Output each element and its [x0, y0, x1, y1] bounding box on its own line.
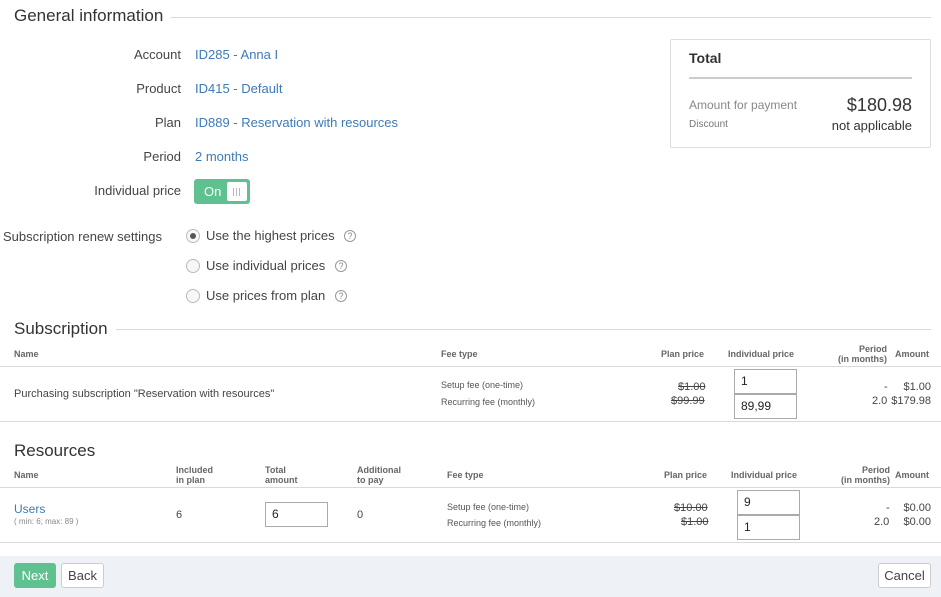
account-label: Account [134, 47, 181, 62]
col-period: Period (in months) [838, 344, 887, 364]
amount-label: Amount for payment [689, 98, 798, 112]
period-label: Period [143, 149, 181, 164]
subscription-row-line [0, 421, 941, 422]
col-total-line1: Total [265, 465, 286, 475]
recurring-plan-price: $1.00 [681, 516, 709, 528]
resources-title: Resources [14, 441, 104, 461]
plan-label: Plan [154, 115, 181, 130]
radio-individual-prices-label[interactable]: Use individual prices [206, 258, 325, 273]
radio-individual-prices[interactable] [186, 259, 200, 273]
subscription-divider [14, 329, 931, 330]
subscription-header-line [0, 366, 941, 367]
setup-amount: $1.00 [903, 381, 931, 393]
back-button[interactable]: Back [61, 563, 104, 588]
col-included-line2: in plan [176, 475, 205, 485]
product-link[interactable]: ID415 - Default [195, 81, 282, 96]
setup-individual-price-input[interactable]: 9 [737, 490, 800, 515]
recurring-fee-label: Recurring fee (monthly) [441, 397, 536, 407]
total-panel: Total Amount for payment $180.98 Discoun… [670, 39, 931, 148]
subscription-title: Subscription [14, 319, 116, 339]
subscription-name: Purchasing subscription "Reservation wit… [14, 388, 275, 400]
cancel-button[interactable]: Cancel [878, 563, 931, 588]
total-title: Total [689, 50, 722, 66]
recurring-plan-price: $99.99 [671, 395, 705, 407]
individual-price-label: Individual price [94, 183, 181, 198]
col-name: Name [14, 349, 39, 359]
col-period-line1: Period [858, 344, 887, 354]
discount-value: not applicable [831, 118, 912, 133]
amount-value: $180.98 [846, 95, 912, 115]
setup-period: - [886, 502, 890, 514]
recurring-period: 2.0 [872, 395, 888, 407]
radio-highest-prices[interactable] [186, 229, 200, 243]
col-period: Period (in months) [841, 465, 890, 485]
setup-individual-price-input[interactable]: 1 [734, 369, 797, 394]
product-label: Product [136, 81, 181, 96]
recurring-amount: $179.98 [891, 395, 931, 407]
radio-highest-prices-label[interactable]: Use the highest prices [206, 228, 335, 243]
radio-plan-prices[interactable] [186, 289, 200, 303]
recurring-individual-price-input[interactable]: 1 [737, 515, 800, 540]
account-link[interactable]: ID285 - Anna I [195, 47, 278, 62]
col-amount: Amount [895, 349, 929, 359]
recurring-period: 2.0 [874, 516, 890, 528]
col-total-amount: Total amount [265, 465, 298, 485]
col-additional: Additional to pay [357, 465, 401, 485]
setup-fee-label: Setup fee (one-time) [447, 502, 530, 512]
toggle-knob[interactable] [227, 182, 247, 201]
setup-period: - [884, 381, 888, 393]
col-individual-price: Individual price [731, 470, 798, 480]
col-individual-price: Individual price [728, 349, 795, 359]
col-period-line2: (in months) [841, 475, 890, 485]
individual-price-toggle[interactable]: On [194, 179, 250, 204]
recurring-amount: $0.00 [903, 516, 931, 528]
help-icon[interactable]: ? [344, 230, 356, 242]
resources-header-line [0, 487, 941, 488]
renew-settings-label: Subscription renew settings [3, 229, 162, 244]
general-title: General information [14, 6, 172, 26]
col-total-line2: amount [265, 475, 298, 485]
resource-limits: ( min: 6; max: 89 ) [14, 517, 79, 526]
recurring-fee-label: Recurring fee (monthly) [447, 518, 542, 528]
resource-users-link[interactable]: Users [14, 502, 45, 516]
total-divider [689, 77, 912, 79]
toggle-on-text: On [204, 184, 222, 199]
total-amount-input[interactable]: 6 [265, 502, 328, 527]
resource-included: 6 [176, 509, 183, 521]
col-plan-price: Plan price [661, 349, 705, 359]
col-included: Included in plan [176, 465, 213, 485]
discount-label: Discount [689, 119, 728, 130]
col-amount: Amount [895, 470, 929, 480]
col-fee-type: Fee type [447, 470, 484, 480]
setup-plan-price: $10.00 [674, 502, 708, 514]
resource-additional: 0 [357, 509, 364, 521]
col-additional-line1: Additional [357, 465, 401, 475]
col-included-line1: Included [176, 465, 214, 475]
plan-link[interactable]: ID889 - Reservation with resources [195, 115, 398, 130]
col-period-line1: Period [861, 465, 890, 475]
footer-bar: Next Back Cancel [0, 556, 941, 597]
col-period-line2: (in months) [838, 354, 887, 364]
help-icon[interactable]: ? [335, 260, 347, 272]
period-link[interactable]: 2 months [195, 149, 248, 164]
col-additional-line2: to pay [357, 475, 384, 485]
setup-plan-price: $1.00 [678, 381, 706, 393]
resources-row-line [0, 542, 941, 543]
setup-amount: $0.00 [903, 502, 931, 514]
radio-plan-prices-label[interactable]: Use prices from plan [206, 288, 325, 303]
recurring-individual-price-input[interactable]: 89,99 [734, 394, 797, 419]
setup-fee-label: Setup fee (one-time) [441, 380, 524, 390]
help-icon[interactable]: ? [335, 290, 347, 302]
col-name: Name [14, 470, 39, 480]
col-plan-price: Plan price [664, 470, 708, 480]
next-button[interactable]: Next [14, 563, 56, 588]
col-fee-type: Fee type [441, 349, 478, 359]
